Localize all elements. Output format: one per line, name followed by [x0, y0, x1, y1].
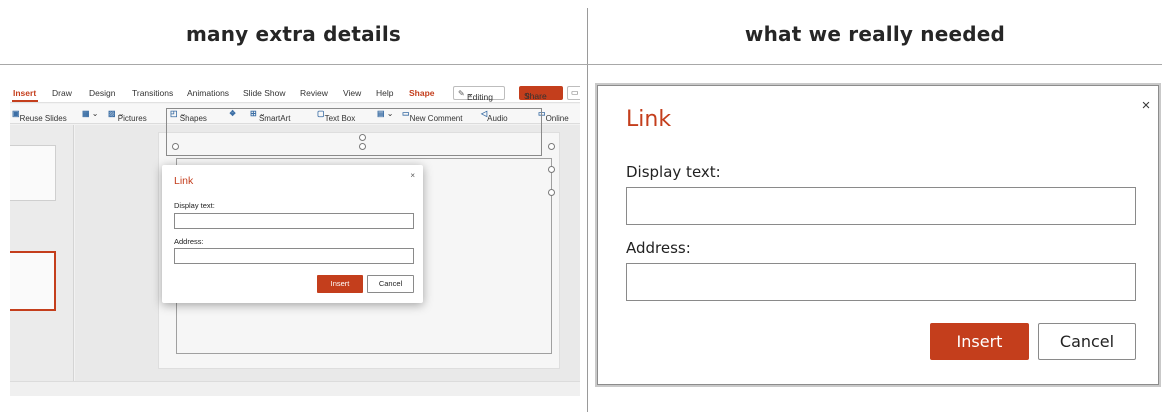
share-button[interactable]: ⇪ Share: [519, 86, 563, 101]
left-column-title: many extra details: [185, 22, 402, 46]
resize-handle[interactable]: [359, 143, 366, 150]
tab-review[interactable]: Review: [300, 88, 328, 98]
title-placeholder-selected[interactable]: [166, 108, 542, 156]
resize-handle[interactable]: [548, 189, 555, 196]
reuse-slides-label: Reuse Slides: [19, 114, 67, 123]
display-text-field-preview[interactable]: [174, 213, 414, 229]
tab-slide-show[interactable]: Slide Show: [243, 88, 286, 98]
tab-view[interactable]: View: [343, 88, 361, 98]
reuse-slides-icon: ▣: [12, 109, 20, 118]
editing-label: Editing: [466, 92, 493, 102]
status-bar: [10, 381, 580, 396]
resize-handle[interactable]: [548, 143, 555, 150]
comments-icon[interactable]: ▭: [567, 86, 580, 100]
cancel-button[interactable]: Cancel: [1038, 323, 1136, 360]
header-divider: [0, 64, 1162, 65]
cancel-button-preview[interactable]: Cancel: [367, 275, 414, 293]
editing-mode-button[interactable]: ✎ Editing ⌄: [453, 86, 505, 102]
table-icon: ▦: [82, 109, 90, 118]
resize-handle[interactable]: [172, 143, 179, 150]
ribbon-tab-bar: Insert Draw Design Transitions Animation…: [10, 83, 580, 103]
link-dialog-preview-title: Link: [174, 175, 194, 187]
display-text-label: Display text:: [626, 163, 721, 181]
address-label: Address:: [626, 239, 691, 257]
link-dialog-preview: Link × Display text: Address: Insert Can…: [162, 165, 423, 303]
close-icon[interactable]: ×: [1138, 98, 1154, 114]
display-text-input[interactable]: [626, 187, 1136, 225]
tab-design[interactable]: Design: [89, 88, 115, 98]
online-label: Online: [545, 114, 569, 123]
slide-thumbnail-pane: [10, 125, 74, 396]
tab-transitions[interactable]: Transitions: [132, 88, 173, 98]
tab-insert[interactable]: Insert: [13, 88, 36, 98]
reuse-slides-button[interactable]: ▣ Reuse Slides: [12, 109, 67, 123]
address-label-preview: Address:: [174, 237, 204, 246]
link-dialog: Link × Display text: Address: Insert Can…: [597, 85, 1159, 385]
slide-thumbnail[interactable]: [10, 145, 56, 201]
tab-draw[interactable]: Draw: [52, 88, 72, 98]
address-input[interactable]: [626, 263, 1136, 301]
dialog-title: Link: [626, 107, 672, 132]
insert-button[interactable]: Insert: [930, 323, 1029, 360]
picture-icon: ▨: [108, 109, 116, 118]
insert-button-preview[interactable]: Insert: [317, 275, 363, 293]
address-field-preview[interactable]: [174, 248, 414, 264]
tab-shape[interactable]: Shape: [409, 88, 435, 98]
pictures-label: Pictures: [117, 114, 147, 123]
table-button[interactable]: ▦ ⌄: [82, 109, 99, 118]
tab-help[interactable]: Help: [376, 88, 393, 98]
slide-thumbnail-selected[interactable]: [10, 251, 56, 311]
tab-animations[interactable]: Animations: [187, 88, 229, 98]
active-tab-indicator: [12, 100, 38, 102]
right-column-title: what we really needed: [744, 22, 1006, 46]
rotate-handle[interactable]: [359, 134, 366, 141]
resize-handle[interactable]: [548, 166, 555, 173]
close-icon[interactable]: ×: [410, 171, 415, 180]
pencil-icon: ✎: [458, 89, 465, 98]
pictures-button[interactable]: ▨ Pictures ⌄: [108, 109, 147, 123]
share-label: Share: [524, 91, 547, 101]
column-divider: [587, 8, 588, 412]
display-text-label-preview: Display text:: [174, 201, 215, 210]
